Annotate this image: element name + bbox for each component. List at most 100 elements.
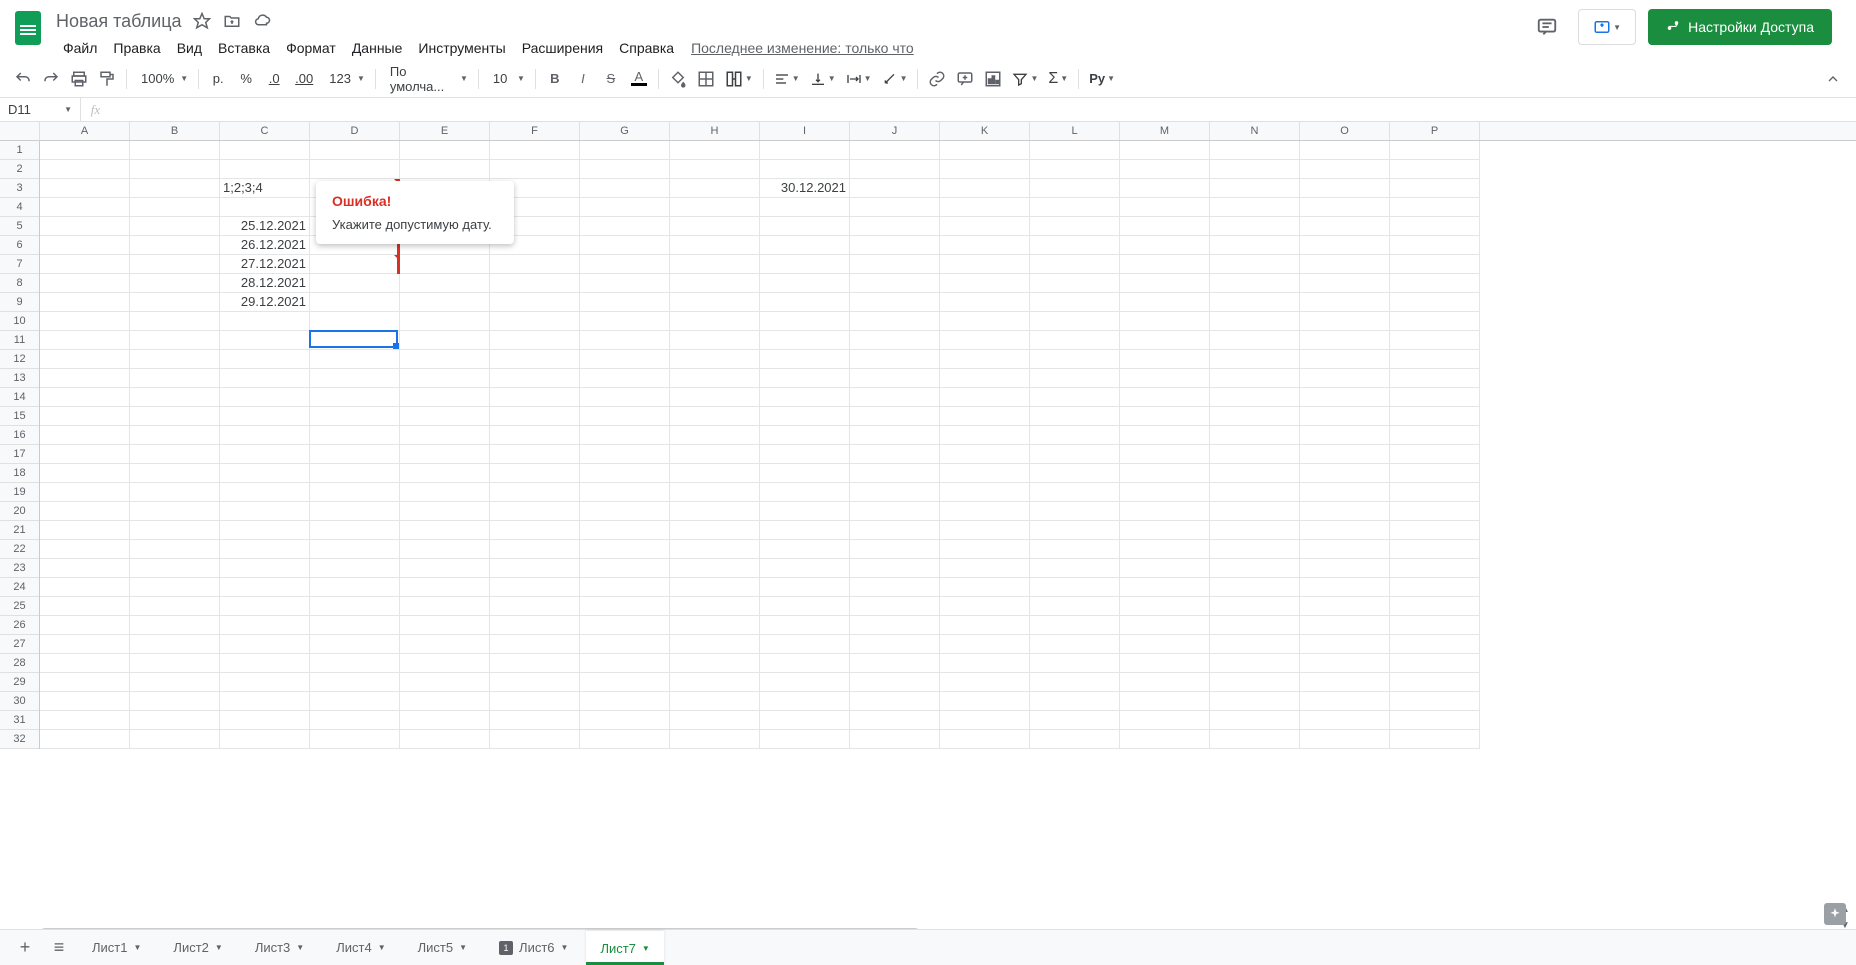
cell[interactable] (940, 597, 1030, 616)
cell[interactable] (1120, 312, 1210, 331)
cell[interactable] (130, 217, 220, 236)
cell[interactable] (1030, 445, 1120, 464)
cell[interactable] (850, 521, 940, 540)
cell[interactable] (760, 540, 850, 559)
cell[interactable] (850, 407, 940, 426)
cell[interactable] (1120, 426, 1210, 445)
cell[interactable] (130, 198, 220, 217)
cell[interactable] (1210, 711, 1300, 730)
cell[interactable] (580, 502, 670, 521)
cell[interactable] (1120, 198, 1210, 217)
cell[interactable] (490, 521, 580, 540)
cell[interactable] (670, 255, 760, 274)
cell[interactable] (850, 673, 940, 692)
row-header[interactable]: 5 (0, 217, 39, 236)
cell[interactable] (850, 635, 940, 654)
cell[interactable] (760, 407, 850, 426)
cell[interactable] (1030, 350, 1120, 369)
cell[interactable] (310, 597, 400, 616)
cell[interactable] (670, 521, 760, 540)
cell[interactable] (760, 331, 850, 350)
cell[interactable] (40, 502, 130, 521)
cell[interactable] (1300, 692, 1390, 711)
cell[interactable] (1390, 635, 1480, 654)
sheet-tab[interactable]: Лист4▼ (322, 931, 399, 965)
cell[interactable] (1390, 654, 1480, 673)
column-header[interactable]: I (760, 122, 850, 140)
comments-icon[interactable] (1528, 8, 1566, 46)
cell[interactable] (1210, 350, 1300, 369)
cell[interactable] (940, 236, 1030, 255)
column-header[interactable]: P (1390, 122, 1480, 140)
cell[interactable] (1120, 540, 1210, 559)
cell[interactable] (130, 597, 220, 616)
cell[interactable]: 1;2;3;4 (220, 179, 310, 198)
chevron-down-icon[interactable]: ▼ (561, 943, 569, 952)
currency-button[interactable]: р. (205, 66, 231, 92)
cell[interactable] (490, 559, 580, 578)
cell[interactable] (670, 198, 760, 217)
cell[interactable]: 26.12.2021 (220, 236, 310, 255)
cell[interactable] (940, 350, 1030, 369)
move-icon[interactable] (222, 11, 242, 31)
row-header[interactable]: 6 (0, 236, 39, 255)
strike-button[interactable]: S (598, 66, 624, 92)
zoom-select[interactable]: 100%▼ (133, 66, 192, 92)
cell[interactable] (580, 445, 670, 464)
menu-правка[interactable]: Правка (106, 38, 167, 58)
cell[interactable] (580, 559, 670, 578)
cell[interactable] (40, 692, 130, 711)
cell[interactable] (1300, 407, 1390, 426)
chevron-down-icon[interactable]: ▼ (215, 943, 223, 952)
cell[interactable] (310, 521, 400, 540)
column-header[interactable]: G (580, 122, 670, 140)
row-header[interactable]: 8 (0, 274, 39, 293)
cell[interactable] (1120, 597, 1210, 616)
cell[interactable] (670, 692, 760, 711)
cell[interactable] (1390, 198, 1480, 217)
cell[interactable] (850, 654, 940, 673)
cell[interactable] (400, 331, 490, 350)
cell[interactable] (670, 616, 760, 635)
cell[interactable] (670, 711, 760, 730)
cell[interactable] (850, 331, 940, 350)
cell[interactable] (40, 388, 130, 407)
cell[interactable] (580, 274, 670, 293)
row-header[interactable]: 31 (0, 711, 39, 730)
present-button[interactable]: ▼ (1578, 9, 1636, 45)
cell[interactable] (670, 654, 760, 673)
cell[interactable] (1120, 350, 1210, 369)
cell[interactable] (670, 635, 760, 654)
cell[interactable] (1210, 483, 1300, 502)
cell[interactable] (1030, 293, 1120, 312)
cell[interactable] (580, 293, 670, 312)
cell[interactable] (1300, 141, 1390, 160)
cell[interactable] (580, 331, 670, 350)
cell[interactable] (310, 312, 400, 331)
cell[interactable] (40, 673, 130, 692)
cell[interactable] (940, 654, 1030, 673)
cell[interactable] (1210, 426, 1300, 445)
cell[interactable] (1210, 692, 1300, 711)
cell[interactable] (1030, 331, 1120, 350)
cell[interactable] (850, 559, 940, 578)
cell[interactable] (130, 464, 220, 483)
cell[interactable] (1030, 502, 1120, 521)
menu-формат[interactable]: Формат (279, 38, 343, 58)
cell[interactable] (400, 312, 490, 331)
cell[interactable] (400, 540, 490, 559)
star-icon[interactable] (192, 11, 212, 31)
cell[interactable] (220, 426, 310, 445)
cell[interactable] (130, 293, 220, 312)
cell[interactable] (850, 312, 940, 331)
cell[interactable] (40, 578, 130, 597)
cell[interactable] (580, 236, 670, 255)
cell[interactable] (40, 730, 130, 749)
cell[interactable] (490, 540, 580, 559)
cell[interactable] (1390, 464, 1480, 483)
cell[interactable] (40, 483, 130, 502)
cell[interactable] (1030, 654, 1120, 673)
cell[interactable] (220, 312, 310, 331)
cell[interactable] (310, 635, 400, 654)
cell[interactable] (1390, 540, 1480, 559)
